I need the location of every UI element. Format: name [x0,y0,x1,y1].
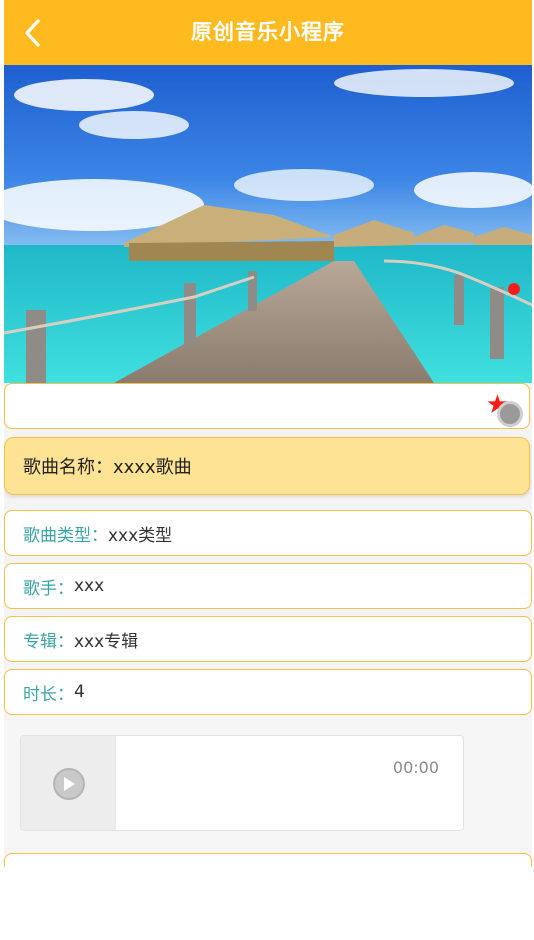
field-song-type: 歌曲类型： xxx类型 [4,510,532,556]
field-label: 歌手： [23,578,74,599]
field-value: xxx [74,576,105,596]
player-cover [21,736,116,830]
top-bar: 原创音乐小程序 [4,0,532,65]
back-button[interactable] [18,18,48,48]
field-value: xxx专辑 [74,631,139,652]
field-label: 专辑： [23,631,74,652]
song-name-value: xxxx歌曲 [113,457,192,478]
field-label: 歌曲类型： [23,525,108,546]
field-value: xxx类型 [108,525,173,546]
player-time: 00:00 [392,758,439,777]
field-singer: 歌手： xxx [4,563,532,609]
song-name-card: 歌曲名称： xxxx歌曲 [4,437,530,495]
favorite-bar: ★ [4,383,530,429]
app-frame: 原创音乐小程序 ★ 歌曲名称： xxxx歌曲 歌曲类型： xxx类型 歌手： x… [4,0,532,940]
beach-pier-photo [4,65,532,383]
field-duration: 时长： 4 [4,669,532,715]
bottom-blank [4,867,532,940]
banner-carousel[interactable] [4,65,532,383]
chevron-left-icon [25,19,40,47]
play-icon [63,777,75,791]
audio-player: 00:00 [20,735,464,831]
field-album: 专辑： xxx专辑 [4,616,532,662]
song-name-label: 歌曲名称： [23,457,113,478]
page-title: 原创音乐小程序 [191,20,345,44]
field-label: 时长： [23,684,74,705]
carousel-indicator-dot[interactable] [508,283,520,295]
floating-toggle[interactable] [497,401,523,427]
play-button[interactable] [52,768,85,800]
field-value: 4 [74,682,85,702]
